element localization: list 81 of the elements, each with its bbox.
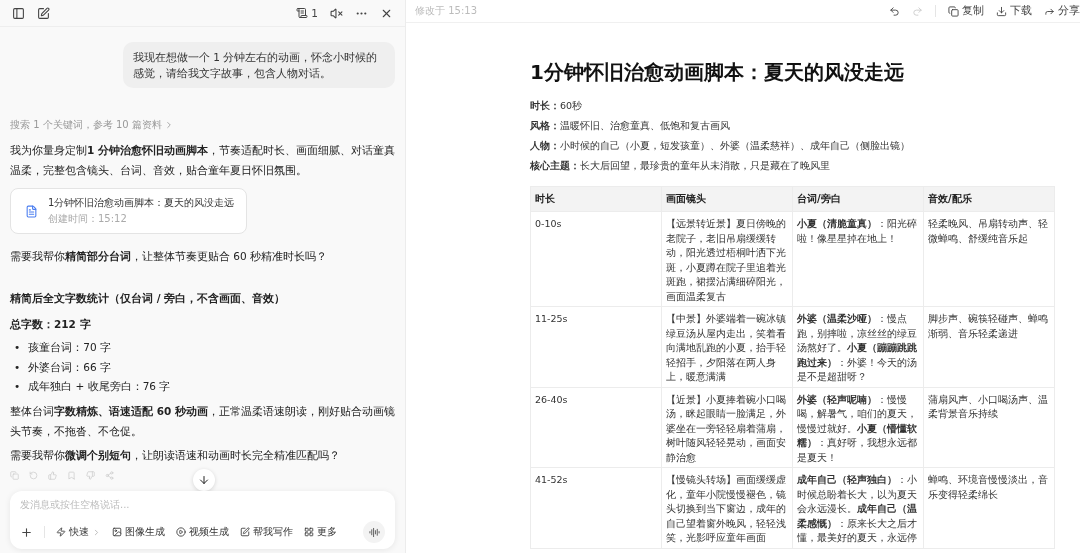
table-cell: 蝉鸣、环境音慢慢淡出，音乐变得轻柔绵长 [923,467,1055,548]
image-icon [112,527,122,537]
table-cell: 外婆（轻声呢喃）：慢慢喝，解暑气，咱们的夏天，慢慢过就好。小夏（懵懂软糯）：真好呀，我想永远都是夏天！ [792,387,924,468]
new-chat-icon[interactable] [37,6,50,20]
bullet-marker: • [14,379,21,394]
table-cell: 脚步声、碗筷轻碰声、蝉鸣渐弱、音乐轻柔递进 [923,306,1055,387]
tool-button[interactable]: 视频生成 [176,525,229,539]
column-header: 画面镜头 [661,186,793,212]
undo-icon[interactable] [889,5,900,17]
message-composer[interactable]: 发消息或按住空格说话... 快速 图像生成 视频生成 帮我写作 更多 [10,491,395,549]
bullet-marker: • [14,340,21,355]
table-cell: 【近景】小夏捧着碗小口喝汤，眯起眼睛一脸满足，外婆坐在一旁轻轻扇着蒲扇，树叶随风轻轻晃动，画面安静治愈 [661,387,793,468]
copy-icon [948,5,959,17]
meta-label: 时长： [530,100,560,111]
table-cell: 外婆（温柔沙哑）：慢点跑，别摔啦，凉丝丝的绿豆汤熬好了。小夏（蹦蹦跳跳跑过来）：外婆！今天的汤是不是超甜呀？ [792,306,924,387]
total-count: 总字数：212 字 [10,318,92,332]
pen-icon [240,527,250,537]
table-cell: 11-25s [530,306,662,387]
table-cell: 成年自己（轻声独白）：小时候总盼着长大，以为夏天会永远漫长。成年自己（温柔感慨）：原来长大之后才懂，最美好的夏天，永远停 [792,467,924,548]
meta-label: 核心主题： [530,160,580,171]
document-icon [25,204,38,218]
column-header: 音效/配乐 [923,186,1055,212]
chevron-icon [92,527,101,537]
voice-button[interactable] [363,521,385,543]
tool-button[interactable]: 更多 [304,525,337,539]
meta-value: 长大后回望，最珍贵的童年从未消散，只是藏在了晚风里 [580,160,830,171]
mute-icon[interactable] [330,6,343,20]
copy-icon [10,470,19,480]
table-cell: 【中景】外婆端着一碗冰镇绿豆汤从屋内走出，笑着看向满地乱跑的小夏，抬手轻轻招手，夕阳落在两人身上，暖意满满 [661,306,793,387]
document-card[interactable]: 1分钟怀旧治愈动画脚本：夏天的风没走远 创建时间：15:12 [10,188,248,234]
regenerate-icon [29,470,38,480]
message-input[interactable]: 发消息或按住空格说话... [20,497,385,512]
meta-label: 人物： [530,140,560,151]
table-cell: 【慢镜头转场】画面缓缓虚化，童年小院慢慢褪色，镜头切换到当下窗边，成年的自己望着窗外晚风，轻轻浅笑，光影呼应童年画面 [661,467,793,548]
bullet-marker: • [14,359,21,375]
reply-paragraph: 我为你量身定制1 分钟治愈怀旧动画脚本，节奏适配时长、画面细腻、对话童真温柔，完整包含镜头、台词、音效，贴合童年夏日怀旧氛围。 [10,143,395,178]
bookmark-icon [67,470,76,480]
arrow-down-icon [198,474,210,486]
user-message: 我现在想做一个 1 分钟左右的动画，怀念小时候的感觉，请给我文字故事，包含人物对话。 [123,42,395,88]
download-button[interactable]: 下载 [996,4,1032,18]
notes-icon [296,7,309,19]
stats-heading: 精简后全文字数统计（仅台词 / 旁白，不含画面、音效） [10,292,287,306]
meta-value: 小时候的自己（小夏，短发孩童）、外婆（温柔慈祥）、成年自己（侧脸出镜） [560,140,910,151]
table-cell: 【远景转近景】夏日傍晚的老院子，老旧吊扇缓缓转动，阳光透过梧桐叶洒下光斑，小夏蹲在院子里追着光斑跑，裙摆沾满细碎阳光，画面温柔复古 [661,211,793,307]
table-cell: 41-52s [530,467,662,548]
reply-paragraph: 需要我帮你精简部分台词，让整体节奏更贴合 60 秒精准时长吗？ [10,249,329,264]
column-header: 时长 [530,186,662,212]
table-cell: 26-40s [530,387,662,468]
add-icon[interactable] [20,525,33,539]
document-title: 1分钟怀旧治愈动画脚本：夏天的风没走远 [48,196,235,210]
stats-item: 外婆台词：66 字 [28,359,111,375]
sidebar-toggle-icon[interactable] [12,6,25,20]
document-time: 创建时间：15:12 [48,212,128,226]
column-header: 台词/旁白 [792,186,924,212]
meta-value: 温暖怀旧、治愈童真、低饱和复古画风 [560,120,730,131]
reply-paragraph: 需要我帮你微调个别短句，让朗读语速和动画时长完全精准匹配吗？ [10,447,341,463]
stats-item: 孩童台词：70 字 [28,340,111,355]
play-icon [176,527,186,537]
reply-paragraph: 整体台词字数精炼、语速适配 60 秒动画，正常温柔语速朗读，刚好贴合动画镜头节奏，不拖沓、不仓促。 [10,403,395,439]
tool-button[interactable]: 帮我写作 [240,525,293,539]
tool-button[interactable]: 图像生成 [112,525,165,539]
thumbs-up-icon [48,470,57,480]
download-icon [996,5,1007,17]
scroll-down-button[interactable] [193,469,215,491]
document-heading: 1分钟怀旧治愈动画脚本：夏天的风没走远 [530,59,905,86]
thumbs-down-icon [86,470,95,480]
share-button[interactable]: 分享 [1044,4,1080,18]
stats-item: 成年独白 + 收尾旁白：76 字 [28,379,171,394]
meta-label: 风格： [530,120,560,131]
table-cell: 0-10s [530,211,662,307]
sound-wave-icon [368,526,380,538]
notes-button[interactable]: 1 [296,7,318,19]
meta-value: 60秒 [560,100,583,111]
copy-button[interactable]: 复制 [948,4,984,18]
grid-icon [304,527,314,537]
table-cell: 轻柔晚风、吊扇转动声、轻微蝉鸣、舒缓纯音乐起 [923,211,1055,307]
lightning-icon [56,527,66,537]
share-icon [105,470,114,480]
table-cell: 小夏（清脆童真）：阳光碎啦！像星星掉在地上！ [792,211,924,307]
mode-button[interactable]: 快速 [56,525,101,539]
table-cell: 蒲扇风声、小口喝汤声、温柔背景音乐持续 [923,387,1055,468]
